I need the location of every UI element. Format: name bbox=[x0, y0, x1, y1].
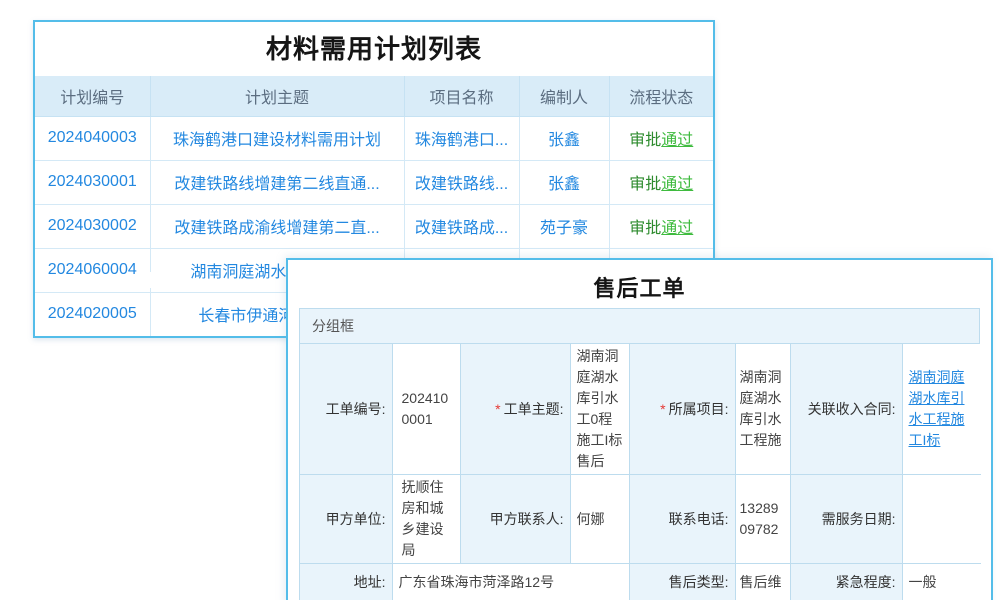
groupbox-label: 分组框 bbox=[300, 309, 979, 344]
plan-status-cell: 审批通过 bbox=[609, 116, 713, 160]
urgency-value: 一般 bbox=[902, 564, 981, 600]
income-contract-link[interactable]: 湖南洞庭湖水库引水工程施工I标 bbox=[909, 369, 965, 448]
aftersales-type-label: 售后类型: bbox=[629, 564, 735, 600]
phone-label-text: 联系电话: bbox=[669, 511, 729, 527]
party-a-contact-label: 甲方联系人: bbox=[460, 475, 570, 564]
subject-label-text: 工单主题: bbox=[504, 401, 564, 417]
aftersales-type-value: 售后维 bbox=[735, 564, 790, 600]
phone-value: 1328909782 bbox=[735, 475, 790, 564]
column-header-subject: 计划主题 bbox=[150, 76, 404, 116]
table-row: 2024030001 改建铁路线增建第二线直通... 改建铁路线... 张鑫 审… bbox=[35, 160, 713, 204]
plan-project-link[interactable]: 改建铁路线... bbox=[404, 160, 519, 204]
plan-project-link[interactable]: 珠海鹤港口... bbox=[404, 116, 519, 160]
party-a-contact-label-text: 甲方联系人: bbox=[490, 511, 564, 527]
service-date-label: 需服务日期: bbox=[790, 475, 902, 564]
form-row-1: 工单编号: 2024100001 *工单主题: 湖南洞庭湖水库引水工0程施工I标… bbox=[300, 344, 981, 475]
form-row-2: 甲方单位: 抚顺住房和城乡建设局 甲方联系人: 何娜 联系电话: 1328909… bbox=[300, 475, 981, 564]
project-label: *所属项目: bbox=[629, 344, 735, 475]
required-asterisk: * bbox=[495, 401, 500, 417]
order-no-label-text: 工单编号: bbox=[326, 401, 386, 417]
income-contract-label-text: 关联收入合同: bbox=[808, 401, 896, 417]
plan-no-link[interactable]: 2024040003 bbox=[35, 116, 150, 160]
party-a-unit-label: 甲方单位: bbox=[300, 475, 392, 564]
plan-list-header-row: 计划编号 计划主题 项目名称 编制人 流程状态 bbox=[35, 76, 713, 116]
form-row-3: 地址: 广东省珠海市菏泽路12号 售后类型: 售后维 紧急程度: 一般 bbox=[300, 564, 981, 600]
plan-creator-link[interactable]: 张鑫 bbox=[519, 116, 609, 160]
subject-label: *工单主题: bbox=[460, 344, 570, 475]
address-label-text: 地址: bbox=[354, 574, 386, 590]
column-header-project: 项目名称 bbox=[404, 76, 519, 116]
service-date-label-text: 需服务日期: bbox=[822, 511, 896, 527]
party-a-unit-label-text: 甲方单位: bbox=[326, 511, 386, 527]
groupbox: 分组框 工单编号: 2024100001 *工单主题: 湖南洞庭湖水库引水工0程… bbox=[299, 308, 980, 600]
plan-status-cell: 审批通过 bbox=[609, 160, 713, 204]
plan-no-link[interactable]: 2024060004 bbox=[35, 248, 150, 292]
aftersales-type-label-text: 售后类型: bbox=[669, 574, 729, 590]
white-artifact-patch bbox=[135, 272, 164, 288]
plan-no-link[interactable]: 2024020005 bbox=[35, 292, 150, 336]
project-label-text: 所属项目: bbox=[669, 401, 729, 417]
status-text: 审批 bbox=[629, 176, 661, 193]
party-a-unit-value: 抚顺住房和城乡建设局 bbox=[392, 475, 460, 564]
aftersales-work-order-window: 售后工单 分组框 工单编号: 2024100001 *工单主题: 湖南洞庭湖水库… bbox=[286, 258, 993, 600]
subject-value: 湖南洞庭湖水库引水工0程施工I标售后 bbox=[570, 344, 629, 475]
status-pass-link[interactable]: 通过 bbox=[661, 176, 693, 193]
address-value: 广东省珠海市菏泽路12号 bbox=[392, 564, 629, 600]
plan-subject-link[interactable]: 改建铁路线增建第二线直通... bbox=[150, 160, 404, 204]
status-text: 审批 bbox=[629, 220, 661, 237]
required-asterisk: * bbox=[660, 401, 665, 417]
work-order-form-table: 工单编号: 2024100001 *工单主题: 湖南洞庭湖水库引水工0程施工I标… bbox=[300, 344, 981, 600]
status-pass-link[interactable]: 通过 bbox=[661, 132, 693, 149]
screen: 材料需用计划列表 计划编号 计划主题 项目名称 编制人 流程状态 2024040… bbox=[0, 0, 1000, 600]
status-text: 审批 bbox=[629, 132, 661, 149]
work-order-title: 售后工单 bbox=[288, 273, 991, 305]
plan-status-cell: 审批通过 bbox=[609, 204, 713, 248]
project-value: 湖南洞庭湖水库引水工程施 bbox=[735, 344, 790, 475]
plan-subject-link[interactable]: 改建铁路成渝线增建第二直... bbox=[150, 204, 404, 248]
income-contract-cell: 湖南洞庭湖水库引水工程施工I标 bbox=[902, 344, 981, 475]
plan-list-title: 材料需用计划列表 bbox=[35, 22, 713, 76]
table-row: 2024030002 改建铁路成渝线增建第二直... 改建铁路成... 苑子豪 … bbox=[35, 204, 713, 248]
column-header-flow-status: 流程状态 bbox=[609, 76, 713, 116]
plan-no-link[interactable]: 2024030001 bbox=[35, 160, 150, 204]
column-header-plan-no: 计划编号 bbox=[35, 76, 150, 116]
order-no-value: 2024100001 bbox=[392, 344, 460, 475]
urgency-label: 紧急程度: bbox=[790, 564, 902, 600]
party-a-contact-value: 何娜 bbox=[570, 475, 629, 564]
plan-creator-link[interactable]: 张鑫 bbox=[519, 160, 609, 204]
income-contract-label: 关联收入合同: bbox=[790, 344, 902, 475]
service-date-value bbox=[902, 475, 981, 564]
status-pass-link[interactable]: 通过 bbox=[661, 220, 693, 237]
plan-subject-link[interactable]: 珠海鹤港口建设材料需用计划 bbox=[150, 116, 404, 160]
phone-label: 联系电话: bbox=[629, 475, 735, 564]
column-header-creator: 编制人 bbox=[519, 76, 609, 116]
order-no-label: 工单编号: bbox=[300, 344, 392, 475]
plan-no-link[interactable]: 2024030002 bbox=[35, 204, 150, 248]
table-row: 2024040003 珠海鹤港口建设材料需用计划 珠海鹤港口... 张鑫 审批通… bbox=[35, 116, 713, 160]
address-label: 地址: bbox=[300, 564, 392, 600]
plan-project-link[interactable]: 改建铁路成... bbox=[404, 204, 519, 248]
urgency-label-text: 紧急程度: bbox=[836, 574, 896, 590]
plan-creator-link[interactable]: 苑子豪 bbox=[519, 204, 609, 248]
